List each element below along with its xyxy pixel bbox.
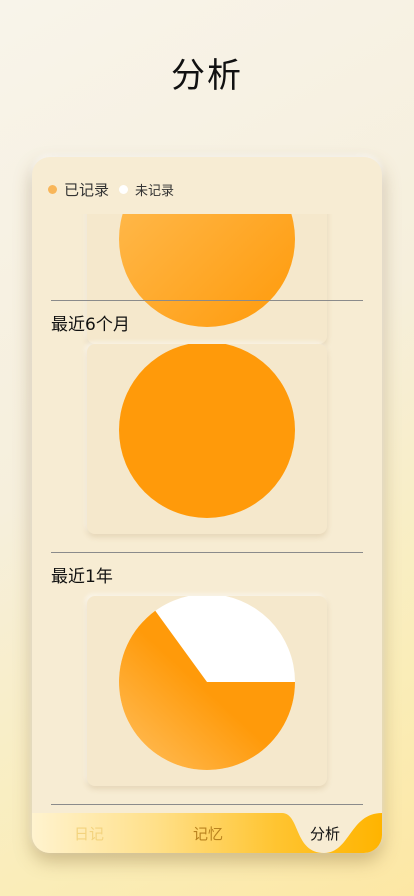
divider — [51, 300, 363, 301]
pie-slice-recorded-previous — [119, 214, 295, 327]
divider — [51, 804, 363, 805]
pie-box-6-months — [87, 342, 327, 534]
tab-memory[interactable]: 记忆 — [193, 823, 223, 844]
unrecorded-dot — [119, 185, 129, 194]
divider — [51, 552, 363, 553]
analysis-card: 已记录 未记录 最近6个月 最近1年 日记 记忆 分析 — [32, 157, 382, 853]
pie-chart-6-months — [119, 342, 295, 518]
pie-box-1-year — [87, 594, 327, 786]
page-title: 分析 — [171, 56, 243, 96]
legend-recorded-label: 已记录 — [64, 181, 110, 199]
tab-bar: 日记 记忆 分析 — [32, 813, 382, 853]
pie-chart-1-year — [119, 594, 295, 770]
section-title-6-months: 最近6个月 — [51, 315, 130, 335]
charts-scroll-area[interactable]: 最近6个月 最近1年 — [32, 214, 382, 814]
section-title-1-year: 最近1年 — [51, 567, 113, 587]
recorded-dot — [48, 185, 57, 194]
legend: 已记录 未记录 — [48, 179, 174, 200]
legend-unrecorded-label: 未记录 — [135, 184, 175, 199]
pie-slice-recorded — [119, 342, 295, 518]
tab-analysis[interactable]: 分析 — [310, 823, 340, 844]
tab-diary[interactable]: 日记 — [74, 823, 104, 844]
